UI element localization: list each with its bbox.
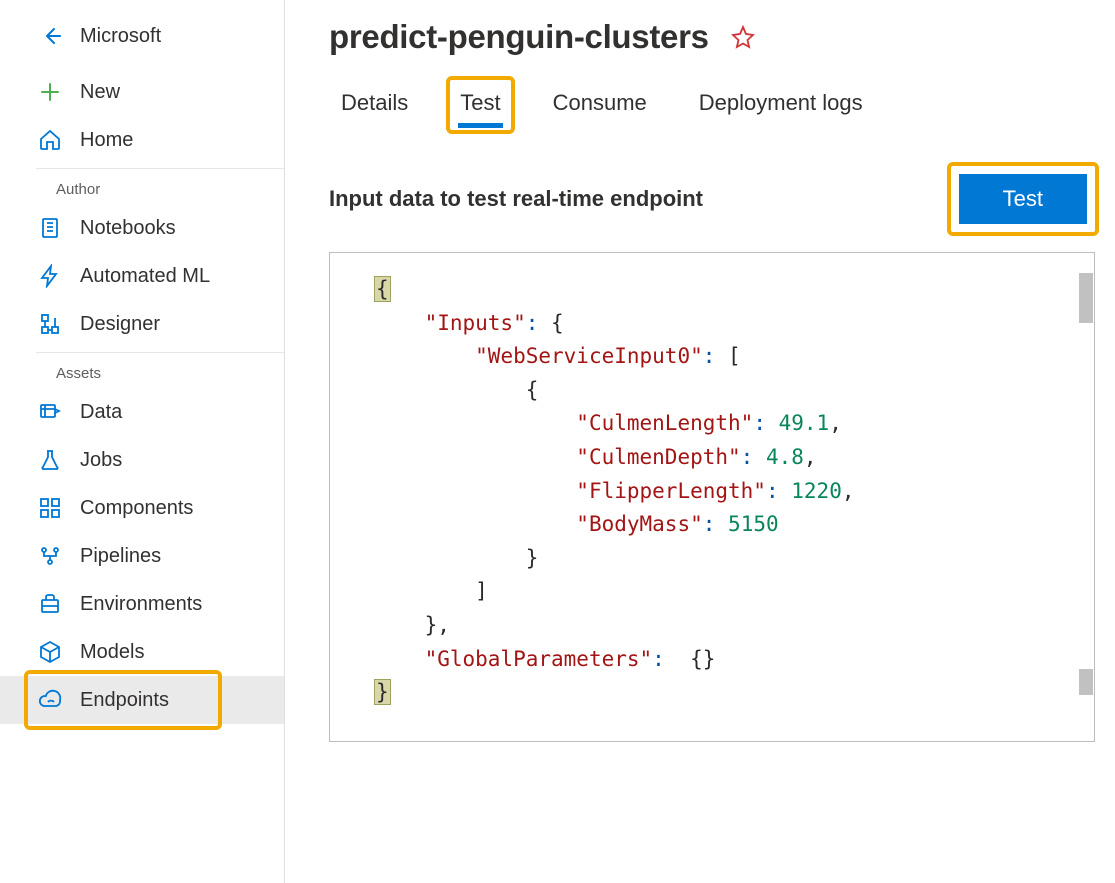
flask-icon <box>38 448 62 472</box>
back-label: Microsoft <box>80 25 161 48</box>
sidebar-item-label: Pipelines <box>80 545 161 568</box>
tab-deployment-logs[interactable]: Deployment logs <box>695 84 867 126</box>
cube-icon <box>38 640 62 664</box>
notebook-icon <box>38 216 62 240</box>
sidebar-item-label: Endpoints <box>80 689 169 712</box>
sidebar-item-endpoints[interactable]: Endpoints <box>0 676 284 724</box>
sidebar-item-data[interactable]: Data <box>0 388 284 436</box>
title-row: predict-penguin-clusters <box>329 18 1095 56</box>
sidebar-item-label: Jobs <box>80 449 122 472</box>
scrollbar-indicator <box>1079 669 1093 695</box>
tab-consume[interactable]: Consume <box>549 84 651 126</box>
scrollbar-indicator <box>1079 273 1093 323</box>
json-editor[interactable]: { "Inputs": { "WebServiceInput0": [ { "C… <box>329 252 1095 742</box>
json-content: { "Inputs": { "WebServiceInput0": [ { "C… <box>374 273 1066 710</box>
sidebar-item-components[interactable]: Components <box>0 484 284 532</box>
plus-icon <box>38 80 62 104</box>
back-microsoft[interactable]: Microsoft <box>0 18 284 68</box>
main-content: predict-penguin-clusters Details Test Co… <box>285 0 1115 883</box>
sidebar-item-label: Automated ML <box>80 265 210 288</box>
sidebar-item-home[interactable]: Home <box>0 116 284 164</box>
tab-label: Test <box>460 90 500 115</box>
home-icon <box>38 128 62 152</box>
section-header: Input data to test real-time endpoint Te… <box>329 166 1095 232</box>
sidebar-item-label: Models <box>80 641 144 664</box>
tab-details[interactable]: Details <box>337 84 412 126</box>
sidebar-item-label: Designer <box>80 313 160 336</box>
tabs: Details Test Consume Deployment logs <box>329 84 1095 126</box>
back-arrow-icon <box>42 24 66 48</box>
sidebar: Microsoft New Home Author Notebooks Auto… <box>0 0 285 883</box>
sidebar-item-pipelines[interactable]: Pipelines <box>0 532 284 580</box>
divider <box>36 168 284 169</box>
section-title: Input data to test real-time endpoint <box>329 186 703 212</box>
tab-test[interactable]: Test <box>456 84 504 126</box>
sidebar-item-designer[interactable]: Designer <box>0 300 284 348</box>
environment-icon <box>38 592 62 616</box>
sidebar-item-label: Data <box>80 401 122 424</box>
data-icon <box>38 400 62 424</box>
sidebar-item-notebooks[interactable]: Notebooks <box>0 204 284 252</box>
star-icon[interactable] <box>731 25 755 49</box>
sidebar-item-automated-ml[interactable]: Automated ML <box>0 252 284 300</box>
cloud-icon <box>38 688 62 712</box>
pipeline-icon <box>38 544 62 568</box>
test-button-container: Test <box>951 166 1095 232</box>
sidebar-item-models[interactable]: Models <box>0 628 284 676</box>
sidebar-item-label: Notebooks <box>80 217 176 240</box>
sidebar-item-label: Home <box>80 129 133 152</box>
section-author: Author <box>0 171 284 204</box>
sidebar-item-jobs[interactable]: Jobs <box>0 436 284 484</box>
page-title: predict-penguin-clusters <box>329 18 709 56</box>
sidebar-item-environments[interactable]: Environments <box>0 580 284 628</box>
divider <box>36 352 284 353</box>
lightning-icon <box>38 264 62 288</box>
sidebar-item-label: Components <box>80 497 193 520</box>
designer-icon <box>38 312 62 336</box>
section-assets: Assets <box>0 355 284 388</box>
sidebar-item-label: Environments <box>80 593 202 616</box>
new-button[interactable]: New <box>0 68 284 116</box>
test-button[interactable]: Test <box>959 174 1087 224</box>
new-label: New <box>80 81 120 104</box>
grid-icon <box>38 496 62 520</box>
